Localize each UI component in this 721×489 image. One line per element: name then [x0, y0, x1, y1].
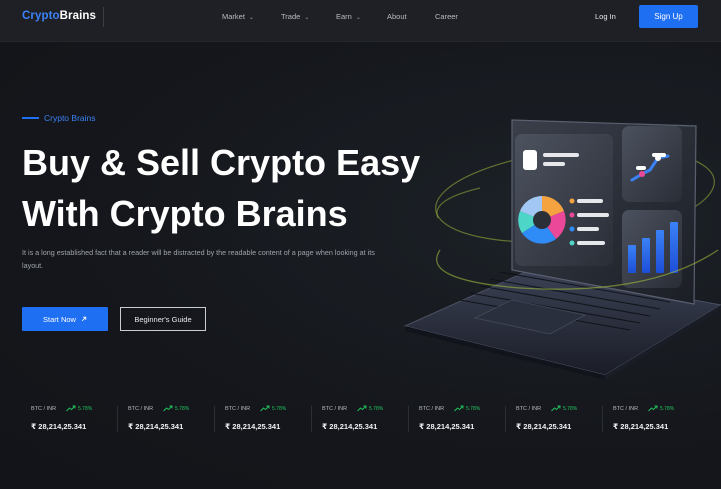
ticker-item[interactable]: BTC / INR 5.78% ₹ 28,214,25.341 [507, 400, 604, 436]
ticker-item[interactable]: BTC / INR 5.78% ₹ 28,214,25.341 [119, 400, 216, 436]
nav-item-label: Market [222, 12, 245, 21]
trend-up-icon [163, 405, 173, 412]
ticker-change: 5.78% [660, 406, 675, 412]
ticker-change: 5.78% [369, 406, 384, 412]
ticker-change: 5.78% [78, 406, 93, 412]
hero-title-line1: Buy & Sell Crypto Easy [22, 142, 421, 183]
ticker-item[interactable]: BTC / INR 5.78% ₹ 28,214,25.341 [22, 400, 119, 436]
brand-logo-part1: Crypto [22, 10, 60, 22]
ticker-divider [505, 406, 506, 432]
brand-logo[interactable]: CryptoBrains [22, 10, 96, 22]
ticker-change: 5.78% [272, 406, 287, 412]
price-ticker: BTC / INR 5.78% ₹ 28,214,25.341 BTC / INR 5.… [22, 400, 721, 436]
nav-item-label: Career [435, 12, 458, 21]
ticker-pair: BTC / INR [128, 406, 154, 412]
ticker-pair: BTC / INR [225, 406, 251, 412]
ticker-change: 5.78% [466, 406, 481, 412]
ticker-divider [117, 406, 118, 432]
hero-title-line2: With Crypto Brains [22, 193, 348, 235]
page: CryptoBrains Market ⌄ Trade ⌄ Earn ⌄ About … [0, 0, 721, 489]
ticker-price: ₹ 28,214,25.341 [31, 422, 87, 431]
chevron-down-icon: ⌄ [248, 15, 254, 21]
ticker-price: ₹ 28,214,25.341 [322, 422, 378, 431]
nav-item-label: Trade [281, 12, 301, 21]
nav-item-earn[interactable]: Earn ⌄ [336, 12, 361, 21]
trend-up-icon [260, 405, 270, 412]
ticker-pair: BTC / INR [322, 406, 348, 412]
eyebrow-accent-line [22, 117, 39, 119]
chevron-down-icon: ⌄ [355, 15, 361, 21]
ticker-item[interactable]: BTC / INR 5.78% ₹ 28,214,25.341 [313, 400, 410, 436]
ticker-price: ₹ 28,214,25.341 [419, 422, 475, 431]
ticker-pair: BTC / INR [31, 406, 57, 412]
ticker-item[interactable]: BTC / INR 5.78% ₹ 28,214,25.341 [216, 400, 313, 436]
nav-item-trade[interactable]: Trade ⌄ [281, 12, 309, 21]
ticker-price: ₹ 28,214,25.341 [225, 422, 281, 431]
ticker-change: 5.78% [175, 406, 190, 412]
nav-item-about[interactable]: About [387, 12, 407, 21]
brand-logo-part2: Brains [59, 10, 97, 22]
nav-item-career[interactable]: Career [435, 12, 458, 21]
hero-eyebrow: Crypto Brains [44, 113, 96, 123]
nav-item-market[interactable]: Market ⌄ [222, 12, 254, 21]
ticker-item[interactable]: BTC / INR 5.78% ₹ 28,214,25.341 [604, 400, 701, 436]
chevron-down-icon: ⌄ [304, 15, 310, 21]
start-now-button[interactable]: Start Now [22, 307, 108, 331]
ticker-price: ₹ 28,214,25.341 [516, 422, 572, 431]
trend-up-icon [648, 405, 658, 412]
ticker-change: 5.78% [563, 406, 578, 412]
laptop-dashboard-illustration [403, 119, 721, 380]
ticker-divider [311, 406, 312, 432]
start-now-label: Start Now [43, 314, 76, 324]
trend-up-icon [357, 405, 367, 412]
trend-up-icon [66, 405, 76, 412]
ticker-pair: BTC / INR [419, 406, 445, 412]
hero-title: Buy & Sell Crypto Easy With Crypto Brain… [22, 137, 432, 240]
ticker-price: ₹ 28,214,25.341 [613, 422, 669, 431]
nav-item-label: Earn [336, 12, 352, 21]
ticker-price: ₹ 28,214,25.341 [128, 422, 184, 431]
ticker-divider [602, 406, 603, 432]
ticker-item[interactable]: BTC / INR 5.78% ₹ 28,214,25.341 [410, 400, 507, 436]
hero-description: It is a long established fact that a rea… [22, 248, 375, 270]
beginners-guide-button[interactable]: Beginner's Guide [120, 307, 206, 331]
logo-divider [103, 7, 104, 27]
trend-up-icon [454, 405, 464, 412]
signup-button[interactable]: Sign Up [639, 5, 698, 28]
ticker-divider [408, 406, 409, 432]
ticker-pair: BTC / INR [516, 406, 542, 412]
trend-up-icon [551, 405, 561, 412]
arrow-up-right-icon [81, 316, 87, 322]
nav-item-label: About [387, 12, 407, 21]
login-link[interactable]: Log In [595, 12, 616, 21]
top-nav-bar: CryptoBrains Market ⌄ Trade ⌄ Earn ⌄ About … [0, 0, 721, 42]
ticker-divider [214, 406, 215, 432]
ticker-pair: BTC / INR [613, 406, 639, 412]
